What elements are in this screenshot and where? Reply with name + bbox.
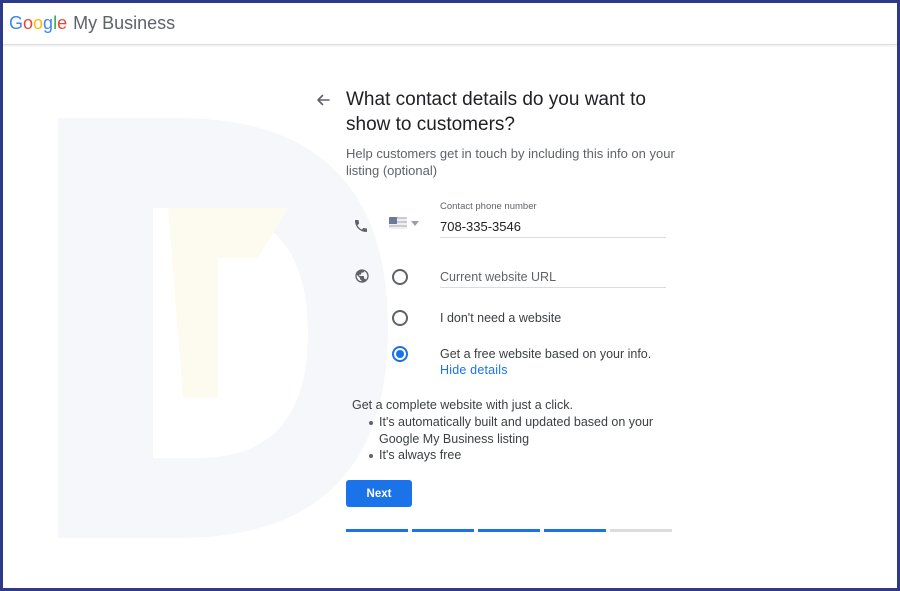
back-button[interactable] xyxy=(312,89,334,111)
top-header: G o o g l e My Business xyxy=(3,3,897,45)
list-item: It's automatically built and updated bas… xyxy=(369,414,679,447)
logo-letter: o xyxy=(23,13,34,33)
progress-bar xyxy=(346,529,672,532)
free-website-radio[interactable] xyxy=(392,346,408,362)
progress-step xyxy=(346,529,408,532)
website-url-radio[interactable] xyxy=(392,269,408,285)
page-title: What contact details do you want to show… xyxy=(346,89,646,135)
logo-letter: e xyxy=(57,13,68,33)
phone-number-input[interactable] xyxy=(440,216,666,238)
no-website-radio[interactable] xyxy=(392,310,408,326)
logo-letter: G xyxy=(9,13,24,33)
progress-step xyxy=(610,529,672,532)
us-flag-icon xyxy=(389,217,407,229)
hide-details-link[interactable]: Hide details xyxy=(440,363,508,377)
product-name: My Business xyxy=(73,13,176,33)
logo-letter: o xyxy=(33,13,44,33)
caret-down-icon xyxy=(411,220,419,226)
logo-letter: g xyxy=(43,13,54,33)
details-list: It's automatically built and updated bas… xyxy=(369,414,679,464)
next-button[interactable]: Next xyxy=(346,480,412,507)
progress-step xyxy=(544,529,606,532)
details-intro: Get a complete website with just a click… xyxy=(352,398,573,412)
phone-field-label: Contact phone number xyxy=(440,201,537,212)
google-my-business-logo[interactable]: G o o g l e My Business xyxy=(9,13,175,34)
globe-icon xyxy=(355,269,369,283)
free-website-label[interactable]: Get a free website based on your info. xyxy=(440,347,651,361)
country-code-select[interactable] xyxy=(389,217,419,229)
page-subtitle: Help customers get in touch by including… xyxy=(346,146,675,178)
progress-step xyxy=(478,529,540,532)
website-url-input[interactable] xyxy=(440,266,666,288)
list-item: It's always free xyxy=(369,447,679,464)
no-website-label[interactable]: I don't need a website xyxy=(440,311,561,325)
arrow-back-icon xyxy=(317,94,330,106)
progress-step xyxy=(412,529,474,532)
phone-icon xyxy=(355,220,367,232)
app-window: G o o g l e My Business What contact det… xyxy=(3,3,897,588)
